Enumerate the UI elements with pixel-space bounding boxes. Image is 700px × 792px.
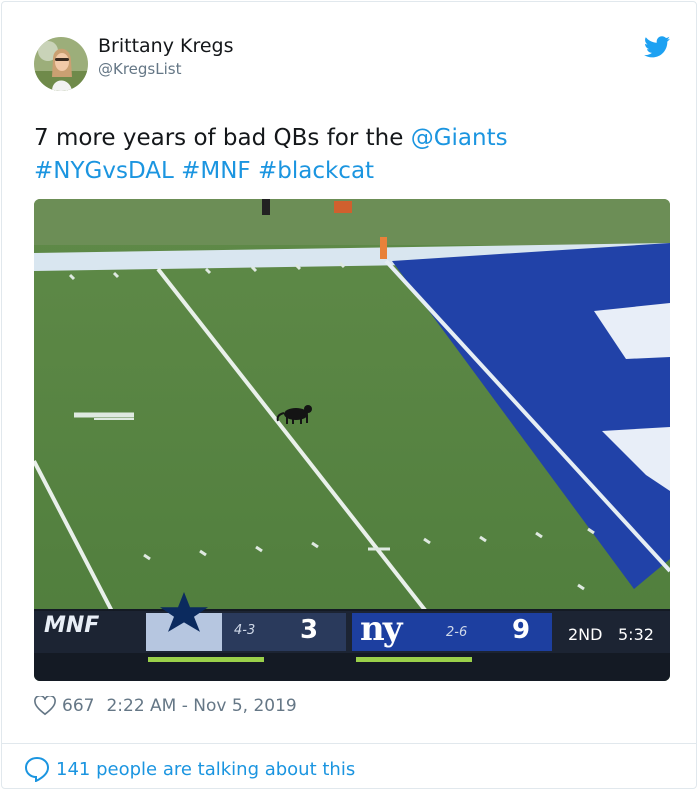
- hashtag-mnf[interactable]: #MNF: [181, 158, 251, 184]
- home-record: 2-6: [446, 625, 468, 640]
- author-name[interactable]: Brittany Kregs: [98, 35, 234, 57]
- twitter-bird-icon[interactable]: [644, 36, 670, 58]
- author-handle[interactable]: @KregsList: [98, 60, 181, 78]
- tweet-timestamp[interactable]: 2:22 AM - Nov 5, 2019: [106, 696, 296, 716]
- tweet-photo[interactable]: MNF 4-3 3 ny 2-6 9 2ND 5:32: [34, 199, 670, 681]
- tweet-body: 7 more years of bad QBs for the: [34, 125, 411, 151]
- home-score: 9: [512, 615, 531, 645]
- speech-bubble-icon: [24, 756, 50, 782]
- like-count[interactable]: 667: [62, 696, 94, 716]
- tweet-text: 7 more years of bad QBs for the @Giants …: [34, 122, 674, 188]
- conversation-link[interactable]: 141 people are talking about this: [24, 756, 355, 782]
- away-record: 4-3: [234, 623, 256, 638]
- mention-giants[interactable]: @Giants: [411, 125, 508, 151]
- game-period: 2ND: [568, 625, 603, 644]
- game-clock: 5:32: [618, 625, 654, 644]
- tweet-card: Brittany Kregs @KregsList 7 more years o…: [1, 1, 697, 789]
- scorebug-network: MNF: [44, 613, 100, 638]
- avatar[interactable]: [34, 37, 88, 91]
- heart-icon[interactable]: [34, 696, 56, 716]
- hashtag-blackcat[interactable]: #blackcat: [258, 158, 374, 184]
- avatar-photo: [34, 37, 88, 91]
- home-team-abbr: ny: [360, 609, 403, 649]
- football-field-photo: [34, 199, 670, 681]
- talking-count-text[interactable]: 141 people are talking about this: [56, 759, 355, 780]
- hashtag-nygvsdal[interactable]: #NYGvsDAL: [34, 158, 174, 184]
- away-score: 3: [300, 615, 319, 645]
- divider: [2, 743, 696, 744]
- tweet-meta: 667 2:22 AM - Nov 5, 2019: [34, 694, 297, 718]
